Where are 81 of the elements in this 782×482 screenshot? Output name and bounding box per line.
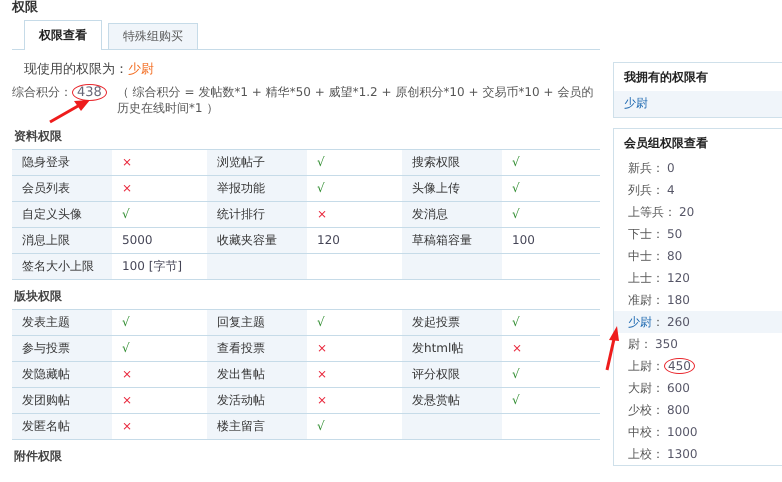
table-cell: 草稿箱容量: [402, 228, 502, 253]
table-cell-text: 5000: [121, 232, 154, 249]
table-cell-text: √: [121, 340, 131, 357]
table-cell: 发html帖: [402, 336, 502, 361]
table-cell: 发悬赏帖: [402, 388, 502, 413]
table-cell-text: ×: [316, 392, 328, 409]
table-cell: 统计排行: [207, 202, 307, 227]
table-cell: 发起投票: [402, 310, 502, 335]
table-cell-text: √: [316, 418, 326, 435]
section-title: 版块权限: [12, 288, 63, 305]
group-item[interactable]: 上等兵： 20: [628, 205, 698, 219]
table-cell: 头像上传: [402, 176, 502, 201]
box-title: 会员组权限查看: [623, 135, 709, 152]
group-item[interactable]: 上尉： 450: [628, 358, 695, 374]
table-cell-text: ×: [316, 340, 328, 357]
table-cell: 查看投票: [207, 336, 307, 361]
table-cell: 隐身登录: [12, 150, 112, 175]
table-cell-text: 100 [字节]: [121, 258, 184, 275]
table-cell-text: 100: [511, 232, 536, 249]
tab[interactable]: 特殊组购买: [108, 23, 198, 49]
section-title: 资料权限: [13, 128, 63, 145]
current-rank: 少尉: [128, 62, 154, 77]
group-item[interactable]: 中校： 1000: [628, 425, 701, 439]
table-cell: 举报功能: [207, 176, 307, 201]
group-item[interactable]: 新兵： 0: [628, 161, 678, 175]
table-cell: 楼主留言: [207, 414, 307, 439]
table-cell-text: √: [511, 366, 521, 383]
table-cell: 发出售帖: [207, 362, 307, 387]
group-item[interactable]: 尉： 350: [628, 337, 681, 351]
group-item[interactable]: 上校： 1300: [628, 447, 701, 461]
table-cell-text: ×: [121, 180, 134, 197]
table-cell-text: ×: [121, 392, 134, 409]
table-cell-text: √: [316, 154, 326, 171]
table-cell: 发匿名帖: [12, 414, 112, 439]
table-cell: 浏览帖子: [207, 150, 307, 175]
table-cell-text: √: [511, 392, 521, 409]
table-cell: 发活动帖: [207, 388, 307, 413]
score-formula: （ 综合积分 = 发帖数*1 + 精华*50 + 威望*1.2 + 原创积分*10 + 交易币*10 + 会员的历史在线时间*1 ）: [116, 84, 594, 117]
table-cell: 收藏夹容量: [207, 228, 307, 253]
table-cell: 自定义头像: [12, 202, 112, 227]
box-title: 我拥有的权限有: [622, 69, 709, 86]
tab[interactable]: 权限查看: [24, 20, 102, 50]
group-item[interactable]: 大尉： 600: [628, 381, 693, 395]
group-item[interactable]: 列兵： 4: [628, 183, 678, 197]
annotation-arrow: [604, 325, 620, 371]
table-cell-text: ×: [316, 206, 328, 223]
group-item[interactable]: 下士： 50: [628, 227, 686, 241]
table-cell: 回复主题: [207, 310, 307, 335]
table-cell-text: √: [511, 206, 521, 223]
table-cell: 发消息: [402, 202, 502, 227]
table-cell: 发团购帖: [12, 388, 112, 413]
table-cell: 评分权限: [402, 362, 502, 387]
page-title: 权限: [12, 0, 39, 17]
table-cell: 消息上限: [12, 228, 112, 253]
table-cell: 会员列表: [12, 176, 112, 201]
table-cell-text: √: [316, 180, 326, 197]
table-cell-text: ×: [511, 340, 524, 357]
group-item[interactable]: 上士： 120: [628, 271, 693, 285]
score-label: 综合积分：: [12, 85, 72, 99]
group-item[interactable]: 准尉： 180: [628, 293, 693, 307]
table-cell-text: ×: [121, 366, 134, 383]
group-item[interactable]: 中士： 80: [628, 249, 686, 263]
table-cell-text: 120: [316, 232, 341, 249]
table-cell-text: ×: [316, 366, 328, 383]
current-label: 现使用的权限为：: [24, 62, 128, 77]
group-item[interactable]: 少校： 800: [628, 403, 693, 417]
table-cell-text: √: [511, 180, 521, 197]
section-title: 附件权限: [13, 448, 63, 465]
table-cell: 搜索权限: [402, 150, 502, 175]
table-cell: 发隐藏帖: [12, 362, 112, 387]
table-cell: 发表主题: [12, 310, 112, 335]
table-cell-text: √: [316, 314, 326, 331]
table-cell-text: √: [511, 154, 521, 171]
table-cell-text: √: [121, 314, 131, 331]
rank-link[interactable]: 少尉: [624, 96, 648, 110]
table-cell-text: ×: [121, 418, 134, 435]
table-cell-text: √: [511, 314, 521, 331]
table-cell-text: √: [121, 206, 131, 223]
table-cell: 签名大小上限: [12, 254, 112, 279]
table-cell-text: ×: [121, 154, 134, 171]
table-cell: 参与投票: [12, 336, 112, 361]
